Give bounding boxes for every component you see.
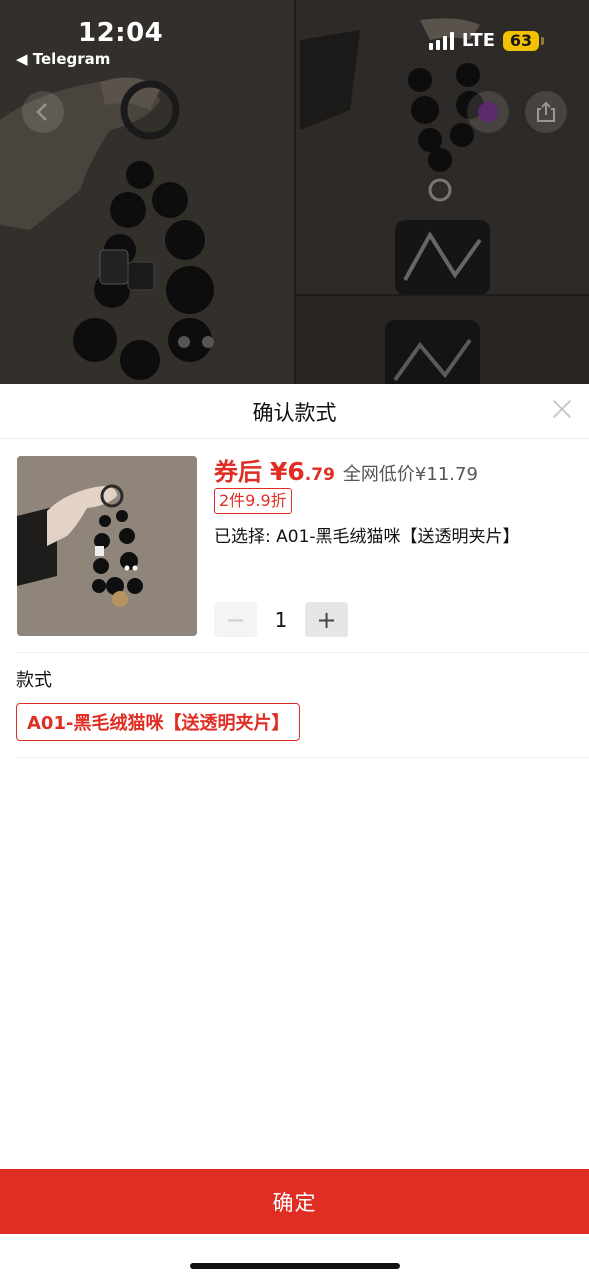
price-row: 券后 ¥6 .79 全网低价¥11.79 [214,452,478,487]
share-icon [537,101,555,122]
price-decimal: .79 [304,465,335,485]
battery-icon: 63 [503,30,544,51]
product-thumbnail[interactable] [17,456,197,636]
status-time: 12:04 [78,18,164,48]
status-indicators: LTE 63 [428,30,544,51]
price-integer: ¥6 [270,457,305,486]
spec-option-a01[interactable]: A01-黑毛绒猫咪【送透明夹片】 [16,703,301,741]
back-to-telegram-link[interactable]: ◀ Telegram [16,50,110,68]
product-image [17,456,197,636]
signal-icon [428,31,454,50]
selected-variant-text: 已选择: A01-黑毛绒猫咪【送透明夹片】 [214,527,520,547]
quantity-value[interactable]: 1 [257,608,305,632]
sheet-header: 确认款式 [0,384,589,439]
divider [16,652,589,653]
reference-price: 全网低价¥11.79 [342,464,478,485]
quantity-decrease-button[interactable]: − [214,602,257,637]
favorite-button[interactable] [467,91,509,133]
home-indicator [190,1263,400,1269]
divider [16,757,589,758]
promo-tag: 2件9.9折 [214,488,292,514]
sheet-title: 确认款式 [252,401,337,425]
style-select-sheet: 确认款式 券后 ¥6 .79 全网低价¥11.79 2件9.9折 已选择: A0… [0,384,589,1280]
back-button[interactable] [22,91,64,133]
network-label: LTE [461,30,495,51]
confirm-button[interactable]: 确定 [0,1169,589,1234]
quantity-stepper: − 1 + [214,602,348,637]
close-icon[interactable] [551,398,573,420]
chevron-left-icon [36,103,47,121]
product-gallery-backdrop: 12:04 ◀ Telegram LTE 63 [0,0,589,384]
share-button[interactable] [525,91,567,133]
coupon-price-label: 券后 [214,458,262,486]
spec-section-label: 款式 [16,670,52,691]
quantity-increase-button[interactable]: + [305,602,348,637]
heart-icon [478,102,498,122]
